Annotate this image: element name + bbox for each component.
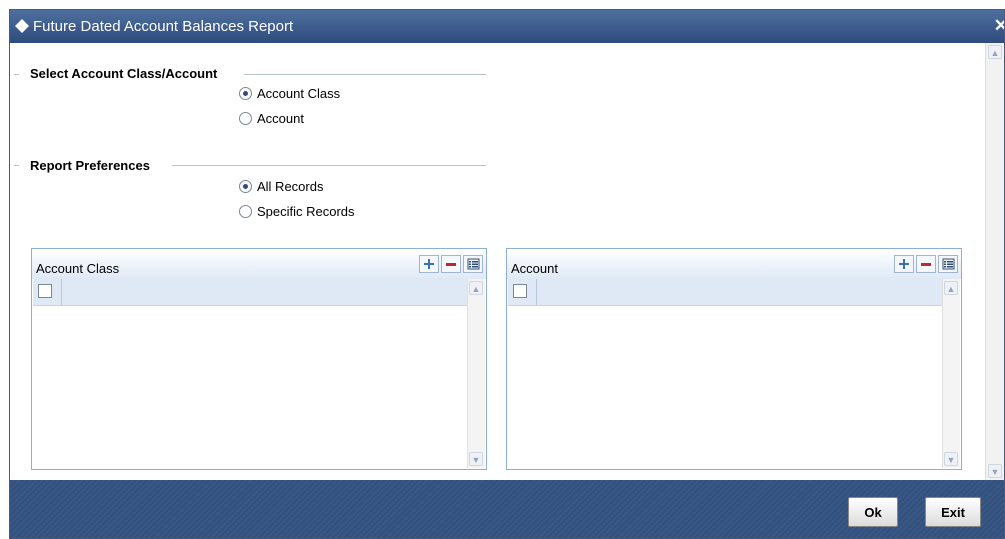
radio-all-records[interactable]: All Records [239, 179, 323, 194]
grid-title: Account Class [36, 261, 120, 276]
scroll-up-icon[interactable]: ▲ [988, 45, 1002, 59]
row-checkbox[interactable] [38, 284, 52, 298]
grid-toolbar [419, 255, 483, 273]
report-window: Future Dated Account Balances Report ✕ S… [9, 9, 1005, 539]
add-row-button[interactable] [894, 255, 914, 273]
delete-row-button[interactable] [916, 255, 936, 273]
legend-divider [14, 74, 19, 75]
section-legend-preferences: Report Preferences [30, 158, 150, 173]
radio-all-records-label: All Records [257, 179, 324, 194]
view-details-button[interactable] [463, 255, 483, 273]
title-bar: Future Dated Account Balances Report ✕ [10, 10, 1004, 43]
table-row[interactable] [508, 279, 944, 306]
radio-account-button[interactable] [239, 112, 252, 125]
plus-icon [899, 259, 909, 269]
account-grid: Account ▲ ▼ [506, 248, 962, 470]
grid-scrollbar[interactable]: ▲ ▼ [467, 279, 485, 468]
delete-row-button[interactable] [441, 255, 461, 273]
radio-specific-records-label: Specific Records [257, 204, 355, 219]
close-icon[interactable]: ✕ [994, 16, 1004, 36]
radio-specific-records[interactable]: Specific Records [239, 204, 355, 219]
list-icon [942, 258, 954, 270]
radio-account-class-label: Account Class [257, 86, 341, 101]
column-divider [61, 279, 62, 305]
scroll-up-icon[interactable]: ▲ [944, 281, 958, 295]
minus-icon [921, 263, 931, 266]
radio-account-class-button[interactable] [239, 87, 252, 100]
table-row[interactable] [33, 279, 469, 306]
legend-divider [172, 165, 486, 166]
window-title: Future Dated Account Balances Report [33, 18, 294, 35]
grid-toolbar [894, 255, 958, 273]
legend-divider [14, 165, 19, 166]
radio-specific-records-button[interactable] [239, 205, 252, 218]
legend-divider [244, 74, 486, 75]
scroll-up-icon[interactable]: ▲ [469, 281, 483, 295]
view-details-button[interactable] [938, 255, 958, 273]
section-legend-account: Select Account Class/Account [30, 66, 218, 81]
ok-button[interactable]: Ok [848, 497, 898, 527]
plus-icon [424, 259, 434, 269]
account-class-grid: Account Class ▲ ▼ [31, 248, 487, 470]
exit-button[interactable]: Exit [925, 497, 981, 527]
radio-account[interactable]: Account [239, 111, 304, 126]
footer-bar: Ok Exit [10, 480, 1004, 538]
diamond-icon [15, 19, 29, 33]
scroll-down-icon[interactable]: ▼ [944, 452, 958, 466]
minus-icon [446, 263, 456, 266]
radio-account-class[interactable]: Account Class [239, 86, 340, 101]
grid-header: Account [507, 249, 961, 279]
grid-header: Account Class [32, 249, 486, 279]
grid-scrollbar[interactable]: ▲ ▼ [942, 279, 960, 468]
radio-all-records-button[interactable] [239, 180, 252, 193]
list-icon [467, 258, 479, 270]
column-divider [536, 279, 537, 305]
scroll-down-icon[interactable]: ▼ [469, 452, 483, 466]
radio-account-label: Account [257, 111, 304, 126]
scroll-down-icon[interactable]: ▼ [988, 464, 1002, 478]
add-row-button[interactable] [419, 255, 439, 273]
window-scrollbar[interactable]: ▲ ▼ [985, 43, 1004, 480]
row-checkbox[interactable] [513, 284, 527, 298]
grid-title: Account [511, 261, 558, 276]
